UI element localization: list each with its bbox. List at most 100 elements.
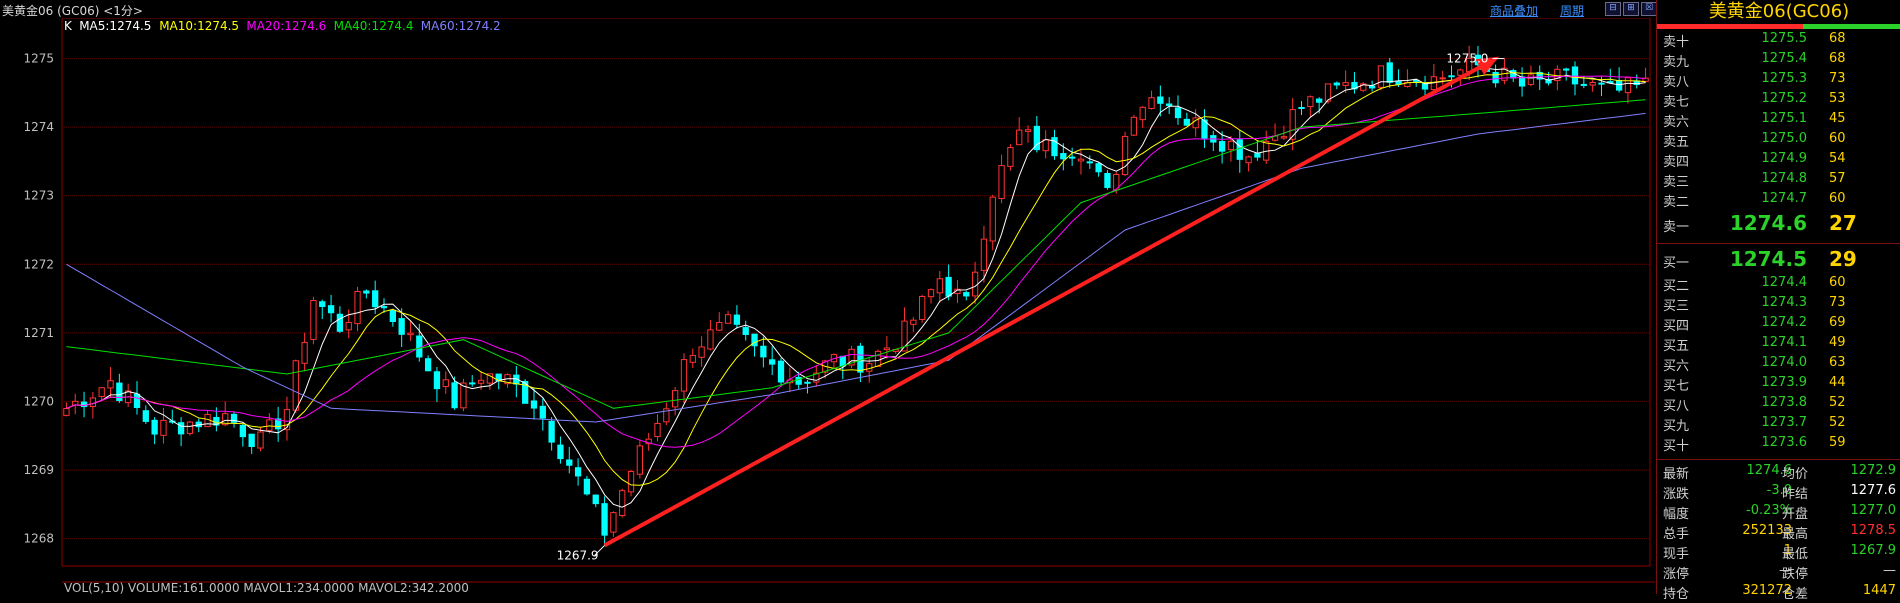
- candle-body: [883, 347, 891, 351]
- candle-body: [1166, 103, 1173, 106]
- order-book-row[interactable]: 买一 1274.5 29: [1657, 247, 1900, 275]
- order-book-row[interactable]: 买七 1273.9 44: [1657, 375, 1900, 395]
- y-tick-label: 1273: [23, 189, 54, 203]
- level-price: 1274.1: [1761, 335, 1808, 350]
- candlestick-chart[interactable]: 1268 1269 1270 1271 1272 1273 1274 1275 K MA5:127…: [0, 18, 1655, 594]
- level-volume: 27: [1829, 211, 1857, 235]
- level-label: 卖三: [1663, 175, 1690, 190]
- level-volume: 49: [1829, 335, 1846, 350]
- candle-body: [601, 503, 608, 536]
- level-volume: 68: [1829, 31, 1846, 46]
- order-book-row[interactable]: 卖二 1274.7 60: [1657, 191, 1900, 211]
- order-book-row[interactable]: 买三 1274.3 73: [1657, 295, 1900, 315]
- candle-body: [1333, 82, 1340, 86]
- candle-body: [742, 327, 749, 335]
- candle-body: [1289, 109, 1296, 140]
- high-label: 1275.0: [1446, 52, 1488, 66]
- candle-body: [1016, 129, 1023, 146]
- stat-label: 最高: [1782, 527, 1809, 542]
- order-book-row[interactable]: 买六 1274.0 63: [1657, 355, 1900, 375]
- stat-value: 1447: [1862, 583, 1896, 598]
- order-book-row[interactable]: 卖六 1275.1 45: [1657, 111, 1900, 131]
- candle-body: [1157, 96, 1164, 104]
- stat-label: 涨跌: [1663, 487, 1690, 502]
- candle-body: [266, 419, 273, 431]
- close-icon[interactable]: ☒: [1641, 2, 1657, 16]
- stats-row: 幅度 -0.23% 开盘 1277.0: [1657, 503, 1900, 523]
- order-book-row[interactable]: 买八 1273.8 52: [1657, 395, 1900, 415]
- candle-body: [1227, 140, 1235, 151]
- level-label: 买三: [1663, 299, 1690, 314]
- order-book-row[interactable]: 卖五 1275.0 60: [1657, 131, 1900, 151]
- candle-body: [160, 419, 167, 436]
- level-volume: 60: [1829, 275, 1846, 290]
- order-book-row[interactable]: 买九 1273.7 52: [1657, 415, 1900, 435]
- candle-body: [636, 445, 644, 475]
- level-price: 1275.3: [1761, 71, 1808, 86]
- y-tick-label: 1268: [23, 532, 54, 546]
- order-book-row[interactable]: 卖八 1275.3 73: [1657, 71, 1900, 91]
- y-tick-label: 1270: [23, 394, 54, 408]
- level-price: 1275.4: [1761, 51, 1808, 66]
- candle-body: [1448, 75, 1455, 78]
- candle-body: [1104, 172, 1111, 188]
- candle-body: [927, 289, 935, 298]
- y-tick-label: 1275: [23, 52, 54, 66]
- level-label: 买十: [1663, 439, 1690, 454]
- restore-icon[interactable]: ⊟: [1605, 2, 1621, 16]
- maximize-icon[interactable]: ⊞: [1623, 2, 1639, 16]
- candle-body: [1236, 139, 1243, 160]
- order-book-row[interactable]: 卖七 1275.2 53: [1657, 91, 1900, 111]
- y-tick-label: 1272: [23, 257, 54, 271]
- candle-body: [574, 467, 582, 477]
- candle-body: [592, 494, 599, 505]
- plot-frame: [61, 18, 1651, 567]
- candle-body: [1518, 76, 1526, 87]
- legend-ma40: MA40:1274.4: [334, 19, 414, 33]
- volume-indicator: VOL(5,10) VOLUME:161.0000 MAVOL1:234.000…: [64, 581, 469, 594]
- order-book-row[interactable]: 买二 1274.4 60: [1657, 275, 1900, 295]
- level-volume: 44: [1829, 375, 1846, 390]
- candle-body: [451, 382, 458, 409]
- candle-body: [89, 397, 97, 408]
- period-link[interactable]: 周期: [1560, 2, 1584, 19]
- candle-body: [1589, 82, 1596, 86]
- candle-body: [680, 359, 688, 392]
- level-label: 买四: [1663, 319, 1690, 334]
- order-book-row[interactable]: 卖三 1274.8 57: [1657, 171, 1900, 191]
- level-label: 卖九: [1663, 55, 1690, 70]
- level-price: 1275.0: [1761, 131, 1808, 146]
- stat-label: 仓差: [1782, 587, 1809, 602]
- order-book-row[interactable]: 买四 1274.2 69: [1657, 315, 1900, 335]
- candle-body: [336, 313, 344, 332]
- candle-body: [980, 238, 988, 271]
- level-price: 1275.5: [1761, 31, 1808, 46]
- candle-body: [689, 354, 696, 363]
- order-book-row[interactable]: 卖四 1274.9 54: [1657, 151, 1900, 171]
- level-volume: 29: [1829, 247, 1857, 271]
- panel-title: 美黄金06(GC06): [1708, 1, 1850, 22]
- candle-body: [98, 387, 105, 397]
- candle-body: [874, 350, 882, 367]
- candle-body: [760, 345, 767, 358]
- stats-row: 总手 252133 最高 1278.5: [1657, 523, 1900, 543]
- order-book-row[interactable]: 买五 1274.1 49: [1657, 335, 1900, 355]
- stat-value: —: [1883, 563, 1896, 578]
- stats-separator: [1657, 459, 1900, 460]
- candle-body: [380, 306, 388, 309]
- candle-body: [1139, 106, 1146, 121]
- level-label: 买六: [1663, 359, 1690, 374]
- stat-label: 现手: [1663, 547, 1690, 562]
- order-book-row[interactable]: 买十 1273.6 59: [1657, 435, 1900, 455]
- candle-body: [319, 301, 326, 308]
- order-book-row[interactable]: 卖十 1275.5 68: [1657, 31, 1900, 51]
- level-price: 1273.6: [1761, 435, 1808, 450]
- level-volume: 52: [1829, 415, 1846, 430]
- order-book-row[interactable]: 卖九 1275.4 68: [1657, 51, 1900, 71]
- candle-body: [1130, 116, 1138, 136]
- order-book-row[interactable]: 卖一 1274.6 27: [1657, 211, 1900, 239]
- candle-body: [1527, 74, 1535, 85]
- level-label: 买五: [1663, 339, 1690, 354]
- overlay-commodity-link[interactable]: 商品叠加: [1490, 2, 1538, 19]
- level-price: 1274.4: [1761, 275, 1808, 290]
